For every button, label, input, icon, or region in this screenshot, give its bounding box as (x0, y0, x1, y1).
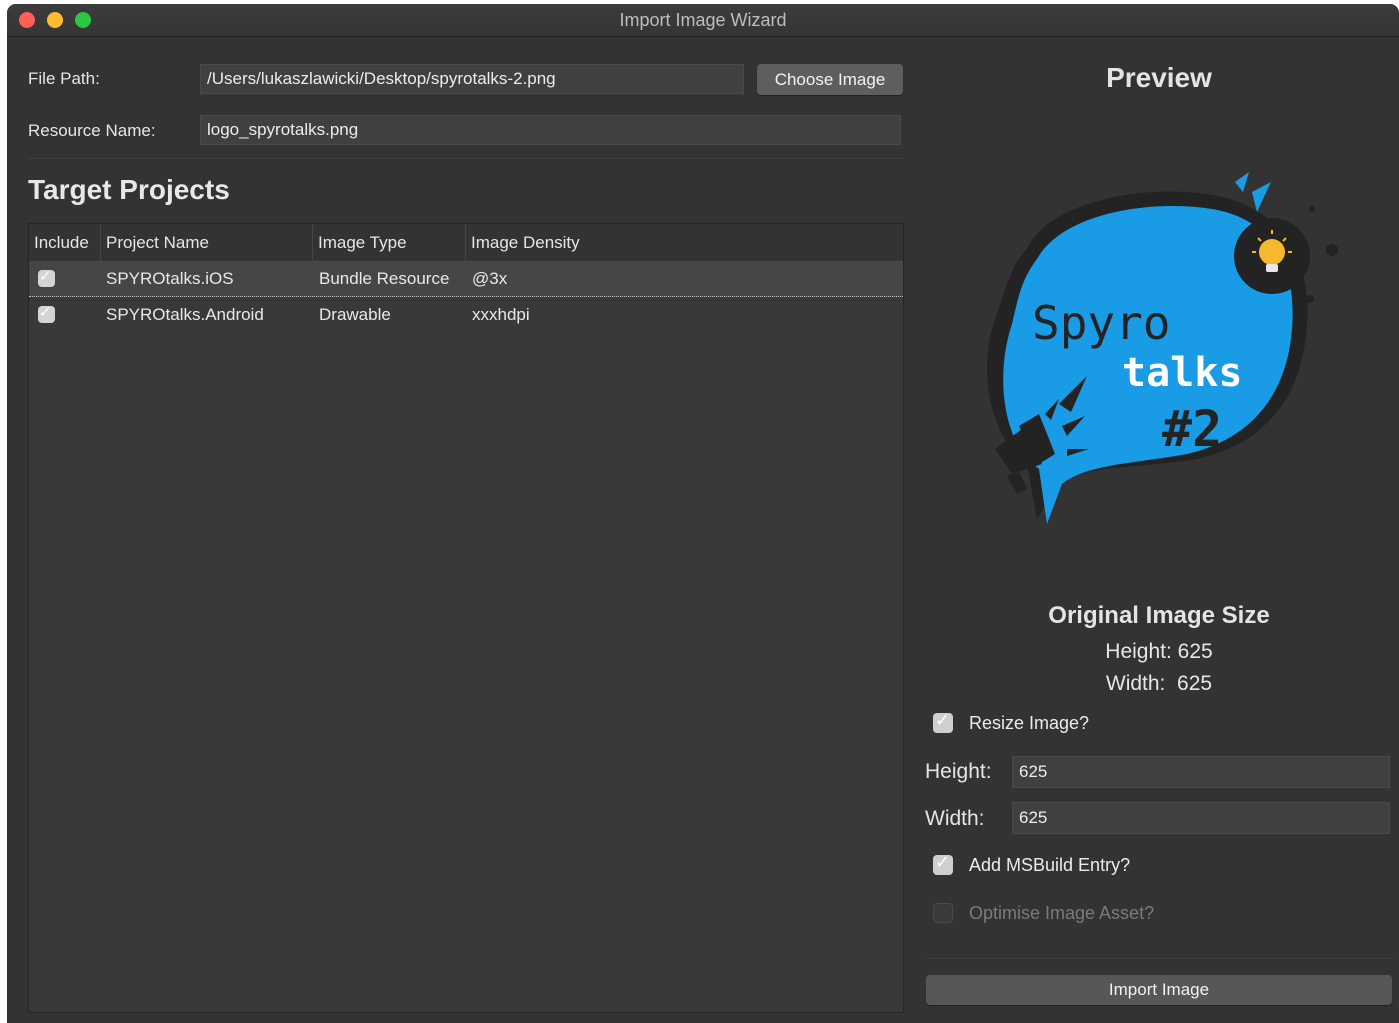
window-title: Import Image Wizard (619, 10, 787, 30)
preview-image: Spyro talks #2 (967, 164, 1347, 534)
choose-image-button[interactable]: Choose Image (757, 64, 903, 95)
title-bar: Import Image Wizard (7, 4, 1399, 37)
project-name-cell: SPYROtalks.iOS (106, 269, 234, 288)
optimise-image-checkbox (933, 903, 953, 923)
checkmark-icon: ✓ (935, 710, 951, 730)
checkmark-icon: ✓ (39, 268, 52, 285)
image-type-cell: Bundle Resource (319, 269, 450, 288)
divider (925, 958, 1395, 959)
column-header-project-name[interactable]: Project Name (101, 224, 313, 261)
table-row[interactable]: ✓ SPYROtalks.Android Drawable xxxhdpi (29, 297, 903, 332)
include-checkbox[interactable]: ✓ (38, 268, 55, 287)
import-image-wizard-window: Import Image Wizard File Path: /Users/lu… (7, 4, 1399, 1023)
image-type-cell: Drawable (319, 305, 391, 324)
file-path-field[interactable]: /Users/lukaszlawicki/Desktop/spyrotalks-… (200, 64, 744, 94)
table-header: Include Project Name Image Type Image De… (29, 224, 903, 262)
file-path-label: File Path: (28, 69, 100, 88)
logo-text-talks: talks (1122, 350, 1242, 396)
resize-image-label[interactable]: Resize Image? (969, 713, 1089, 734)
image-density-cell: xxxhdpi (472, 305, 530, 324)
optimise-image-label: Optimise Image Asset? (969, 903, 1155, 923)
column-header-image-density[interactable]: Image Density (466, 224, 666, 261)
target-projects-table[interactable]: Include Project Name Image Type Image De… (28, 223, 904, 1013)
import-image-button[interactable]: Import Image (926, 975, 1392, 1005)
width-field[interactable]: 625 (1012, 802, 1390, 834)
msbuild-entry-label[interactable]: Add MSBuild Entry? (969, 855, 1130, 876)
height-field[interactable]: 625 (1012, 756, 1390, 788)
image-density-cell: @3x (472, 269, 508, 288)
logo-text-spyro: Spyro (1032, 296, 1170, 350)
msbuild-entry-checkbox[interactable]: ✓ (933, 852, 953, 875)
project-name-cell: SPYROtalks.Android (106, 305, 264, 324)
checkmark-icon: ✓ (935, 852, 951, 872)
height-label: Height: (925, 760, 992, 783)
target-projects-title: Target Projects (28, 174, 230, 205)
width-label: Width: (925, 807, 985, 830)
column-header-include[interactable]: Include (29, 224, 101, 261)
column-header-image-type[interactable]: Image Type (313, 224, 466, 261)
preview-title: Preview (1106, 62, 1212, 93)
resource-name-label: Resource Name: (28, 121, 156, 140)
checkmark-icon: ✓ (39, 304, 52, 321)
logo-text-number: #2 (1162, 400, 1222, 458)
resource-name-field[interactable]: logo_spyrotalks.png (200, 115, 901, 145)
divider (28, 158, 904, 159)
table-row[interactable]: ✓ SPYROtalks.iOS Bundle Resource @3x (29, 261, 903, 297)
original-width-text: Width: 625 (1105, 672, 1213, 695)
original-height-text: Height: 625 (1105, 640, 1213, 663)
include-checkbox[interactable]: ✓ (38, 304, 55, 323)
original-image-size-title: Original Image Size (1048, 602, 1270, 629)
resize-image-checkbox[interactable]: ✓ (933, 710, 953, 733)
